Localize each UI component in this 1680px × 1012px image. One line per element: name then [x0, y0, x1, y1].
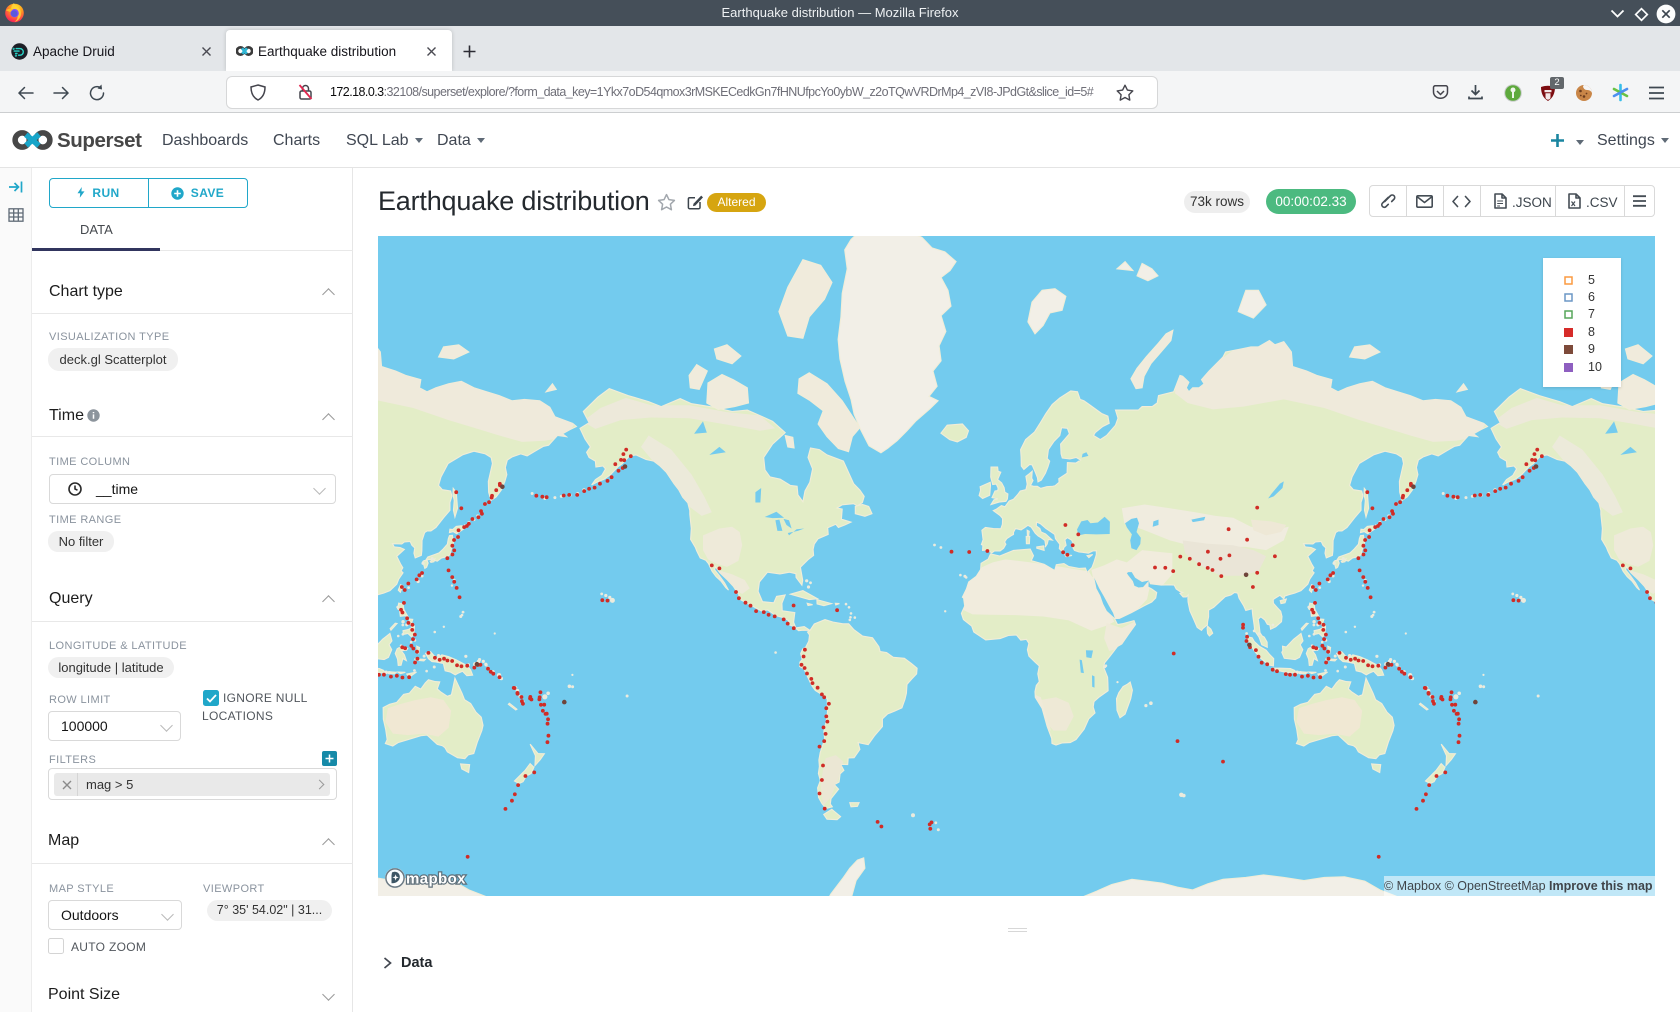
svg-text:mapbox: mapbox	[406, 871, 466, 888]
